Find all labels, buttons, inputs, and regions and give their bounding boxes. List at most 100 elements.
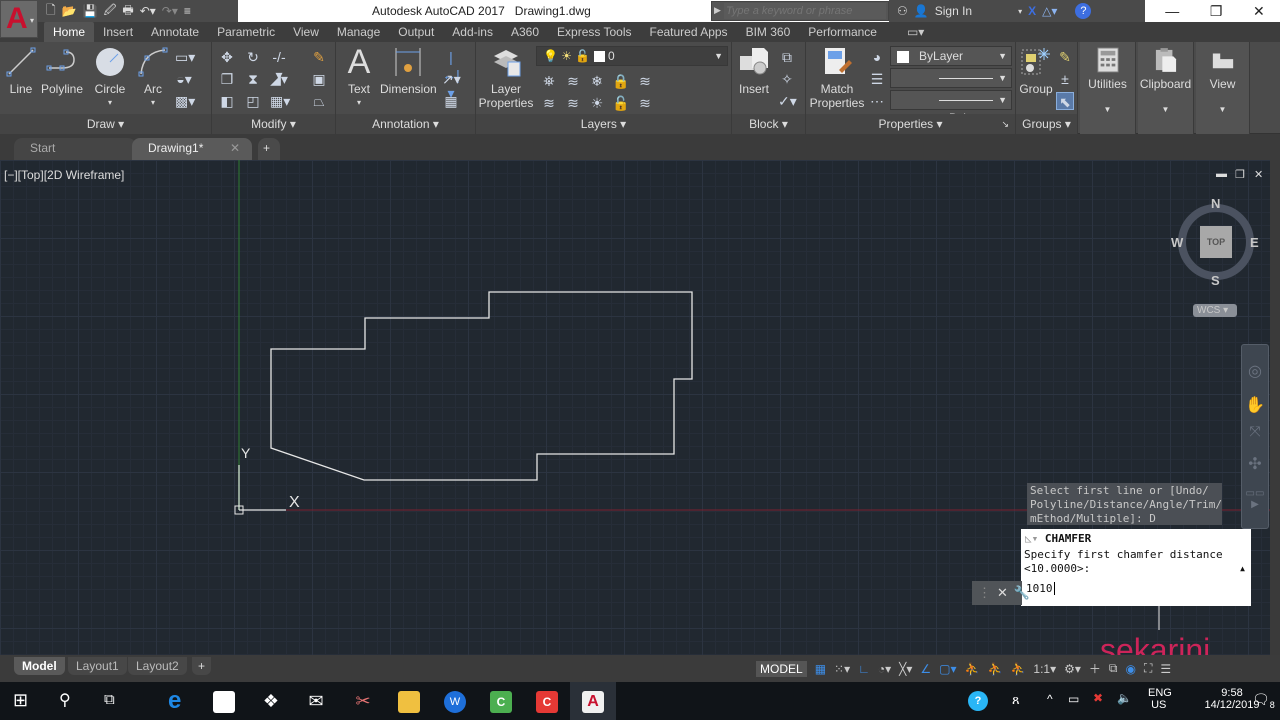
- array-icon[interactable]: ▦▾: [270, 92, 290, 110]
- layer-properties-button[interactable]: Layer Properties: [478, 46, 534, 110]
- help-icon[interactable]: ?: [1075, 3, 1092, 19]
- close-tab-icon[interactable]: ✕: [230, 138, 240, 158]
- windows-start-icon[interactable]: ⊞: [13, 690, 28, 711]
- viewport-close-icon[interactable]: ✕: [1254, 168, 1263, 181]
- trim-icon[interactable]: -/-▾: [270, 48, 288, 83]
- lineweight-dropdown[interactable]: ByLayer ▼: [890, 68, 1012, 103]
- move-icon[interactable]: ✥: [218, 48, 236, 66]
- tab-annotate[interactable]: Annotate: [142, 22, 208, 42]
- new-tab-button[interactable]: +: [258, 138, 280, 160]
- workspace-gear-icon[interactable]: ⚙▾: [1064, 662, 1081, 676]
- units-icon[interactable]: ⧉: [1109, 661, 1118, 676]
- annotation-panel-title[interactable]: Annotation ▾: [336, 114, 475, 134]
- circle-button[interactable]: Circle ▾: [90, 46, 130, 110]
- erase-icon[interactable]: ✎: [310, 48, 328, 66]
- line-button[interactable]: Line: [4, 46, 38, 96]
- dimension-button[interactable]: Dimension: [380, 46, 437, 96]
- action-center-icon[interactable]: 🗨8: [1252, 691, 1275, 710]
- redo-icon[interactable]: ↷▾: [162, 4, 178, 18]
- modify-panel-title[interactable]: Modify ▾: [212, 114, 335, 134]
- zoom-extents-icon[interactable]: ⤧: [1242, 423, 1268, 440]
- polar-icon[interactable]: ◔▾: [878, 662, 891, 676]
- ungroup-icon[interactable]: ±: [1056, 70, 1074, 88]
- command-input[interactable]: 1010: [1021, 576, 1251, 596]
- groups-panel-title[interactable]: Groups ▾: [1016, 114, 1077, 134]
- orbit-icon[interactable]: ✣: [1242, 454, 1268, 474]
- tab-output[interactable]: Output: [389, 22, 443, 42]
- viewport-restore-icon[interactable]: ❐: [1235, 168, 1245, 181]
- tab-express-tools[interactable]: Express Tools: [548, 22, 640, 42]
- tab-insert[interactable]: Insert: [94, 22, 142, 42]
- dropbox-icon[interactable]: ❖: [260, 691, 282, 713]
- tab-model[interactable]: Model: [14, 657, 65, 675]
- stretch-icon[interactable]: ◧: [218, 92, 236, 110]
- create-block-icon[interactable]: ⧉: [778, 48, 796, 66]
- explode-icon[interactable]: ▣: [310, 70, 328, 88]
- close-command-icon[interactable]: ✕: [997, 585, 1008, 601]
- sign-in-button[interactable]: Sign In: [935, 4, 972, 18]
- close-icon[interactable]: ✕: [1253, 3, 1265, 20]
- save-icon[interactable]: 💾: [83, 4, 98, 18]
- battery-icon[interactable]: ▭: [1068, 692, 1079, 706]
- tab-view[interactable]: View: [284, 22, 328, 42]
- pan-icon[interactable]: ✋: [1242, 395, 1268, 415]
- plot-icon[interactable]: 🖶: [122, 1, 133, 22]
- annotation-monitor-icon[interactable]: ＋: [1089, 660, 1101, 677]
- restore-icon[interactable]: ❐: [1210, 3, 1223, 20]
- group-button[interactable]: Group: [1018, 46, 1054, 96]
- search-icon[interactable]: ⚲: [59, 690, 71, 710]
- a360-icon[interactable]: △▾: [1042, 4, 1057, 18]
- layer-off-icon[interactable]: ⛯: [540, 72, 558, 90]
- command-icon[interactable]: ◺▾: [1025, 532, 1038, 545]
- file-explorer-icon[interactable]: [398, 691, 420, 713]
- tab-a360[interactable]: A360: [502, 22, 548, 42]
- layer-on-icon[interactable]: ≋: [540, 94, 558, 112]
- compass-north[interactable]: N: [1211, 196, 1220, 211]
- compass-east[interactable]: E: [1250, 235, 1259, 250]
- wps-icon[interactable]: W: [444, 691, 466, 713]
- help-icon[interactable]: ?: [968, 691, 988, 711]
- people-icon[interactable]: ጸ: [1012, 692, 1020, 708]
- offset-icon[interactable]: ⏢: [310, 92, 328, 110]
- model-space-button[interactable]: MODEL: [756, 660, 807, 677]
- object-snap-icon[interactable]: ▢▾: [939, 662, 956, 676]
- tab-add-ins[interactable]: Add-ins: [443, 22, 502, 42]
- isodraft-icon[interactable]: ╳▾: [899, 662, 912, 676]
- volume-icon[interactable]: 🔈: [1117, 691, 1132, 705]
- view-button[interactable]: View ▼: [1196, 42, 1250, 134]
- layer-lock-icon[interactable]: 🔒: [612, 72, 630, 90]
- compass-south[interactable]: S: [1211, 273, 1220, 288]
- rotate-icon[interactable]: ↻: [244, 48, 262, 66]
- save-as-icon[interactable]: 🖉: [104, 1, 117, 22]
- polyline-shape[interactable]: [270, 291, 693, 481]
- layer-unisolate-icon[interactable]: ≋: [564, 94, 582, 112]
- customize-icon[interactable]: ≡: [184, 4, 191, 18]
- draw-panel-title[interactable]: Draw ▾: [0, 114, 211, 134]
- layer-isolate-icon[interactable]: ≋: [564, 72, 582, 90]
- edge-icon[interactable]: e: [168, 689, 190, 713]
- annotation-visibility-icon[interactable]: ⛹: [965, 662, 980, 676]
- store-icon[interactable]: [213, 691, 235, 713]
- tab-layout2[interactable]: Layout2: [128, 657, 187, 675]
- properties-panel-title[interactable]: Properties ▾ ↘: [806, 114, 1015, 134]
- leader-icon[interactable]: ↗▾: [442, 70, 461, 88]
- group-selection-icon[interactable]: ⬉: [1056, 92, 1074, 110]
- new-icon[interactable]: 🗋: [46, 1, 56, 22]
- group-edit-icon[interactable]: ✎: [1056, 48, 1074, 66]
- mail-icon[interactable]: ✉: [305, 691, 327, 713]
- copy-icon[interactable]: ❐: [218, 70, 236, 88]
- tab-start[interactable]: Start: [14, 138, 136, 160]
- viewport-controls-label[interactable]: [−][Top][2D Wireframe]: [4, 168, 124, 182]
- clean-screen-icon[interactable]: ⛶: [1144, 661, 1152, 676]
- tab-drawing1[interactable]: Drawing1* ✕: [132, 138, 252, 160]
- mirror-icon[interactable]: ⧗: [244, 70, 262, 88]
- camtasia-green-icon[interactable]: C: [490, 691, 512, 713]
- command-line-grip[interactable]: ⋮ ✕ 🔧: [972, 581, 1030, 605]
- annotation-scale-icon[interactable]: ⛹: [1010, 662, 1025, 676]
- object-snap-tracking-icon[interactable]: ∠: [920, 662, 931, 676]
- scale-icon[interactable]: ◰: [244, 92, 262, 110]
- undo-icon[interactable]: ↶▾: [140, 4, 156, 18]
- expand-icon[interactable]: ▶: [714, 5, 721, 16]
- show-hidden-icons[interactable]: ^: [1047, 692, 1053, 706]
- exchange-apps-icon[interactable]: X: [1028, 4, 1036, 18]
